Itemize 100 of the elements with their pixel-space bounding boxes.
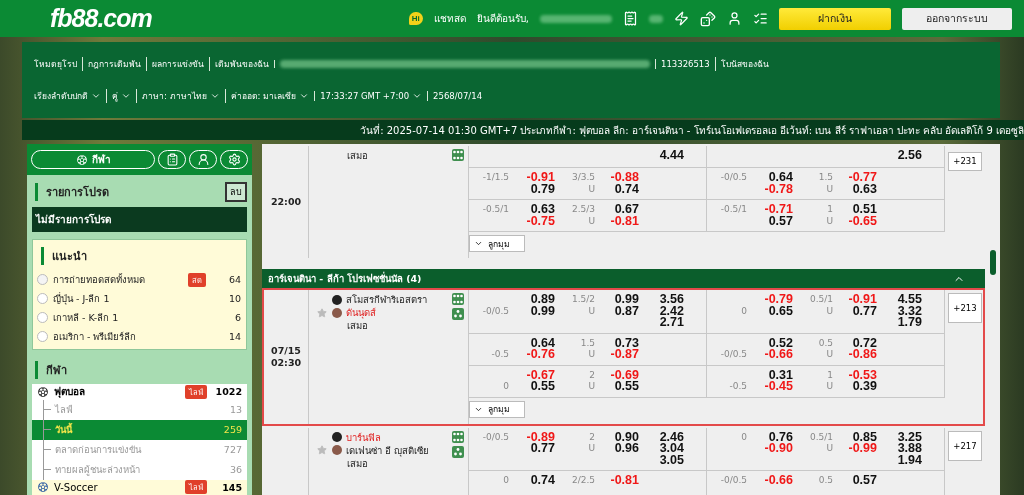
- more-bets-button[interactable]: +213: [948, 293, 982, 323]
- odds-value[interactable]: -0.81: [610, 475, 639, 487]
- odds-value[interactable]: 0.31: [768, 369, 793, 381]
- lineup-icon[interactable]: [452, 308, 464, 320]
- more-bets-button[interactable]: +231: [948, 151, 982, 171]
- nav-link[interactable]: ผลการแข่งขัน: [146, 57, 209, 71]
- odds-value[interactable]: -0.86: [848, 349, 877, 361]
- nav-link[interactable]: โบนัสของฉัน: [714, 57, 774, 71]
- odds-value[interactable]: 0.96: [614, 443, 639, 455]
- odds-value[interactable]: 2.56: [897, 150, 922, 162]
- odds-value[interactable]: 2.46: [659, 431, 684, 443]
- odds-value[interactable]: -0.67: [526, 369, 555, 381]
- odds-value[interactable]: 0.79: [530, 183, 555, 195]
- settings-dropdown[interactable]: ภาษา: ภาษาไทย: [136, 89, 225, 103]
- odds-value[interactable]: 0.63: [852, 183, 877, 195]
- corners-button[interactable]: ลูกมุม: [469, 400, 525, 418]
- odds-value[interactable]: -0.66: [764, 349, 793, 361]
- odds-value[interactable]: -0.87: [610, 349, 639, 361]
- sport-subitem[interactable]: วันนี้ 259: [32, 419, 247, 440]
- odds-value[interactable]: 2.71: [659, 317, 684, 329]
- settings-dropdown[interactable]: 2568/07/14: [427, 91, 488, 101]
- odds-value[interactable]: -0.71: [764, 204, 793, 216]
- odds-value[interactable]: 0.77: [852, 305, 877, 317]
- odds-value[interactable]: 0.74: [530, 475, 555, 487]
- odds-value[interactable]: -0.79: [764, 294, 793, 306]
- odds-value[interactable]: 4.55: [897, 294, 922, 306]
- odds-value[interactable]: 0.72: [852, 337, 877, 349]
- odds-value[interactable]: -0.88: [610, 172, 639, 184]
- odds-value[interactable]: 0.90: [614, 431, 639, 443]
- odds-value[interactable]: 0.64: [530, 337, 555, 349]
- odds-value[interactable]: -0.69: [610, 369, 639, 381]
- odds-value[interactable]: -0.78: [764, 183, 793, 195]
- recommended-item[interactable]: อเมริกา - พรีเมียร์ลีก 14: [33, 327, 246, 346]
- stats-icon[interactable]: [452, 430, 464, 443]
- odds-value[interactable]: -0.90: [764, 443, 793, 455]
- odds-value[interactable]: -0.99: [848, 443, 877, 455]
- odds-value[interactable]: 3.25: [897, 431, 922, 443]
- odds-value[interactable]: 0.51: [852, 204, 877, 216]
- odds-value[interactable]: -0.76: [526, 349, 555, 361]
- odds-value[interactable]: -0.75: [526, 215, 555, 227]
- odds-value[interactable]: 0.85: [852, 431, 877, 443]
- odds-value[interactable]: -0.91: [848, 294, 877, 306]
- odds-value[interactable]: -0.91: [526, 172, 555, 184]
- lineup-icon[interactable]: [452, 445, 464, 458]
- odds-value[interactable]: 0.39: [852, 381, 877, 393]
- nav-link[interactable]: โหมดยุโรป: [34, 57, 82, 71]
- odds-value[interactable]: 0.67: [614, 204, 639, 216]
- logout-button[interactable]: ออกจากระบบ: [902, 7, 1012, 30]
- odds-value[interactable]: 0.76: [768, 431, 793, 443]
- stats-icon[interactable]: [452, 149, 464, 161]
- odds-value[interactable]: 0.55: [530, 381, 555, 393]
- nav-link[interactable]: กฎการเดิมพัน: [82, 57, 146, 71]
- odds-value[interactable]: 0.55: [614, 381, 639, 393]
- odds-value[interactable]: -0.89: [526, 431, 555, 443]
- corners-button[interactable]: ลูกมุม: [469, 235, 525, 252]
- odds-value[interactable]: 3.04: [659, 443, 684, 455]
- recommended-item[interactable]: เกาหลี - K-ลีก 1 6: [33, 308, 246, 327]
- odds-value[interactable]: -0.53: [848, 369, 877, 381]
- settings-dropdown[interactable]: ค่าออด: มาเลเซีย: [224, 89, 315, 103]
- odds-value[interactable]: 0.87: [614, 305, 639, 317]
- odds-value[interactable]: -0.45: [764, 381, 793, 393]
- chat-badge[interactable]: Hi: [408, 12, 423, 25]
- odds-value[interactable]: 0.52: [768, 337, 793, 349]
- odds-value[interactable]: 1.94: [897, 454, 922, 466]
- deposit-button[interactable]: ฝากเงิน: [779, 7, 891, 30]
- odds-value[interactable]: -0.77: [848, 172, 877, 184]
- odds-value[interactable]: 3.05: [659, 454, 684, 466]
- odds-value[interactable]: 0.57: [852, 475, 877, 487]
- odds-value[interactable]: 0.74: [614, 183, 639, 195]
- odds-value[interactable]: 3.56: [659, 294, 684, 306]
- odds-value[interactable]: 4.44: [659, 150, 684, 162]
- odds-value[interactable]: 0.64: [768, 172, 793, 184]
- odds-value[interactable]: -0.66: [764, 475, 793, 487]
- odds-value[interactable]: 0.57: [768, 215, 793, 227]
- odds-value[interactable]: 3.32: [897, 305, 922, 317]
- checklist-icon[interactable]: [753, 11, 768, 26]
- league-header[interactable]: อาร์เจนตินา - ลีก้า โปรเฟซชั่นนัล (4): [262, 269, 985, 288]
- odds-value[interactable]: -0.65: [848, 215, 877, 227]
- odds-value[interactable]: -0.81: [610, 215, 639, 227]
- stats-icon[interactable]: [452, 293, 464, 305]
- live-chat-link[interactable]: แชทสด: [433, 11, 466, 26]
- recommended-item[interactable]: ญี่ปุ่น - J-ลีก 1 10: [33, 289, 246, 308]
- star-icon[interactable]: [317, 307, 327, 318]
- clear-button[interactable]: ลบ: [225, 182, 247, 202]
- lightning-icon[interactable]: [674, 11, 689, 26]
- settings-dropdown[interactable]: คู่: [106, 89, 136, 103]
- star-icon[interactable]: [317, 445, 327, 455]
- odds-value[interactable]: 3.88: [897, 443, 922, 455]
- user-icon[interactable]: [727, 11, 742, 26]
- site-logo[interactable]: fb88.com: [50, 4, 152, 33]
- odds-value[interactable]: 1.79: [897, 317, 922, 329]
- odds-value[interactable]: 0.73: [614, 337, 639, 349]
- settings-dropdown[interactable]: เรียงลำดับปกติ: [34, 89, 106, 103]
- settings-dropdown[interactable]: 17:33:27 GMT +7:00: [314, 91, 428, 101]
- scrollbar-thumb[interactable]: [989, 250, 996, 275]
- nav-link[interactable]: เดิมพันของฉัน: [209, 57, 274, 71]
- odds-value[interactable]: 0.77: [530, 443, 555, 455]
- odds-value[interactable]: 0.99: [530, 305, 555, 317]
- dice-icon[interactable]: [700, 10, 716, 27]
- odds-value[interactable]: 2.42: [659, 305, 684, 317]
